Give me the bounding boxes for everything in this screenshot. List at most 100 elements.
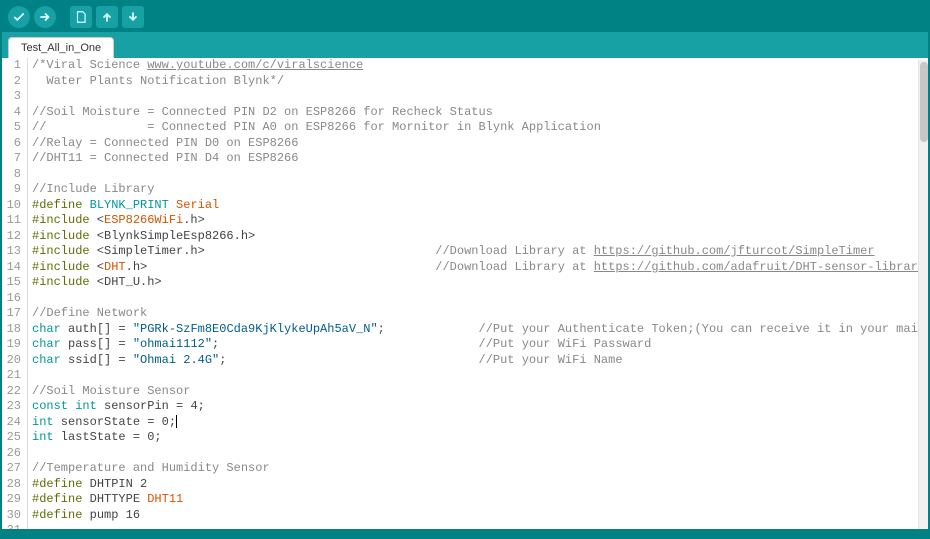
- code-content[interactable]: int sensorState = 0;: [28, 415, 177, 431]
- code-content[interactable]: [28, 291, 32, 307]
- line-number: 23: [2, 399, 28, 415]
- code-content[interactable]: //Soil Moisture Sensor: [28, 384, 190, 400]
- code-line[interactable]: 9//Include Library: [2, 182, 928, 198]
- code-content[interactable]: /*Viral Science www.youtube.com/c/virals…: [28, 58, 363, 74]
- line-number: 17: [2, 306, 28, 322]
- code-content[interactable]: #define pump 16: [28, 508, 140, 524]
- code-line[interactable]: 2 Water Plants Notification Blynk*/: [2, 74, 928, 90]
- code-content[interactable]: //Soil Moisture = Connected PIN D2 on ES…: [28, 105, 493, 121]
- code-line[interactable]: 13#include <SimpleTimer.h> //Download Li…: [2, 244, 928, 260]
- code-editor[interactable]: 1/*Viral Science www.youtube.com/c/viral…: [2, 58, 928, 529]
- code-line[interactable]: 5// = Connected PIN A0 on ESP8266 for Mo…: [2, 120, 928, 136]
- code-content[interactable]: #include <SimpleTimer.h> //Download Libr…: [28, 244, 875, 260]
- scrollbar-thumb[interactable]: [920, 62, 928, 142]
- code-content[interactable]: #define BLYNK_PRINT Serial: [28, 198, 219, 214]
- line-number: 3: [2, 89, 28, 105]
- line-number: 20: [2, 353, 28, 369]
- code-line[interactable]: 19char pass[] = "ohmai1112"; //Put your …: [2, 337, 928, 353]
- code-content[interactable]: //Temperature and Humidity Sensor: [28, 461, 270, 477]
- line-number: 12: [2, 229, 28, 245]
- code-content[interactable]: [28, 368, 32, 384]
- text-cursor: [176, 415, 177, 428]
- line-number: 25: [2, 430, 28, 446]
- verify-button[interactable]: [8, 6, 30, 28]
- code-line[interactable]: 6//Relay = Connected PIN D0 on ESP8266: [2, 136, 928, 152]
- code-line[interactable]: 4//Soil Moisture = Connected PIN D2 on E…: [2, 105, 928, 121]
- code-line[interactable]: 1/*Viral Science www.youtube.com/c/viral…: [2, 58, 928, 74]
- code-content[interactable]: #include <BlynkSimpleEsp8266.h>: [28, 229, 255, 245]
- code-line[interactable]: 7//DHT11 = Connected PIN D4 on ESP8266: [2, 151, 928, 167]
- line-number: 9: [2, 182, 28, 198]
- save-button[interactable]: [122, 6, 144, 28]
- arrow-right-icon: [38, 10, 52, 24]
- code-line[interactable]: 22//Soil Moisture Sensor: [2, 384, 928, 400]
- code-content[interactable]: [28, 446, 32, 462]
- code-content[interactable]: //Include Library: [28, 182, 154, 198]
- code-content[interactable]: //Define Network: [28, 306, 147, 322]
- code-line[interactable]: 28#define DHTPIN 2: [2, 477, 928, 493]
- vertical-scrollbar[interactable]: [918, 60, 928, 529]
- line-number: 13: [2, 244, 28, 260]
- code-content[interactable]: char auth[] = "PGRk-SzFm8E0Cda9KjKlykeUp…: [28, 322, 928, 338]
- line-number: 10: [2, 198, 28, 214]
- code-content[interactable]: const int sensorPin = 4;: [28, 399, 205, 415]
- code-line[interactable]: 29#define DHTTYPE DHT11: [2, 492, 928, 508]
- code-content[interactable]: char pass[] = "ohmai1112"; //Put your Wi…: [28, 337, 651, 353]
- code-line[interactable]: 21: [2, 368, 928, 384]
- code-content[interactable]: int lastState = 0;: [28, 430, 162, 446]
- line-number: 24: [2, 415, 28, 431]
- line-number: 27: [2, 461, 28, 477]
- line-number: 28: [2, 477, 28, 493]
- code-line[interactable]: 24int sensorState = 0;: [2, 415, 928, 431]
- line-number: 1: [2, 58, 28, 74]
- code-content[interactable]: #define DHTTYPE DHT11: [28, 492, 183, 508]
- tab-sketch[interactable]: Test_All_in_One: [8, 37, 114, 58]
- code-line[interactable]: 8: [2, 167, 928, 183]
- upload-button[interactable]: [34, 6, 56, 28]
- line-number: 22: [2, 384, 28, 400]
- code-line[interactable]: 15#include <DHT_U.h>: [2, 275, 928, 291]
- line-number: 15: [2, 275, 28, 291]
- line-number: 18: [2, 322, 28, 338]
- code-line[interactable]: 23const int sensorPin = 4;: [2, 399, 928, 415]
- code-line[interactable]: 11#include <ESP8266WiFi.h>: [2, 213, 928, 229]
- ide-window: Test_All_in_One 1/*Viral Science www.you…: [0, 0, 930, 539]
- code-line[interactable]: 25int lastState = 0;: [2, 430, 928, 446]
- code-content[interactable]: #include <ESP8266WiFi.h>: [28, 213, 205, 229]
- code-content[interactable]: Water Plants Notification Blynk*/: [28, 74, 284, 90]
- line-number: 21: [2, 368, 28, 384]
- line-number: 8: [2, 167, 28, 183]
- code-content[interactable]: #define DHTPIN 2: [28, 477, 147, 493]
- line-number: 16: [2, 291, 28, 307]
- check-icon: [12, 10, 26, 24]
- code-content[interactable]: // = Connected PIN A0 on ESP8266 for Mor…: [28, 120, 601, 136]
- code-content[interactable]: #include <DHT.h> //Download Library at h…: [28, 260, 925, 276]
- code-line[interactable]: 27//Temperature and Humidity Sensor: [2, 461, 928, 477]
- arrow-up-icon: [100, 10, 114, 24]
- file-icon: [74, 10, 88, 24]
- status-bar: [2, 529, 928, 537]
- code-content[interactable]: //DHT11 = Connected PIN D4 on ESP8266: [28, 151, 298, 167]
- code-line[interactable]: 3: [2, 89, 928, 105]
- code-line[interactable]: 14#include <DHT.h> //Download Library at…: [2, 260, 928, 276]
- code-line[interactable]: 17//Define Network: [2, 306, 928, 322]
- code-line[interactable]: 18char auth[] = "PGRk-SzFm8E0Cda9KjKlyke…: [2, 322, 928, 338]
- code-line[interactable]: 12#include <BlynkSimpleEsp8266.h>: [2, 229, 928, 245]
- code-content[interactable]: [28, 89, 32, 105]
- code-line[interactable]: 30#define pump 16: [2, 508, 928, 524]
- code-line[interactable]: 20char ssid[] = "Ohmai 2.4G"; //Put your…: [2, 353, 928, 369]
- toolbar: [2, 2, 928, 32]
- line-number: 19: [2, 337, 28, 353]
- code-content[interactable]: //Relay = Connected PIN D0 on ESP8266: [28, 136, 298, 152]
- line-number: 7: [2, 151, 28, 167]
- code-content[interactable]: #include <DHT_U.h>: [28, 275, 162, 291]
- open-button[interactable]: [96, 6, 118, 28]
- line-number: 6: [2, 136, 28, 152]
- code-content[interactable]: [28, 167, 32, 183]
- line-number: 5: [2, 120, 28, 136]
- new-button[interactable]: [70, 6, 92, 28]
- code-line[interactable]: 16: [2, 291, 928, 307]
- code-line[interactable]: 10#define BLYNK_PRINT Serial: [2, 198, 928, 214]
- code-line[interactable]: 26: [2, 446, 928, 462]
- code-content[interactable]: char ssid[] = "Ohmai 2.4G"; //Put your W…: [28, 353, 623, 369]
